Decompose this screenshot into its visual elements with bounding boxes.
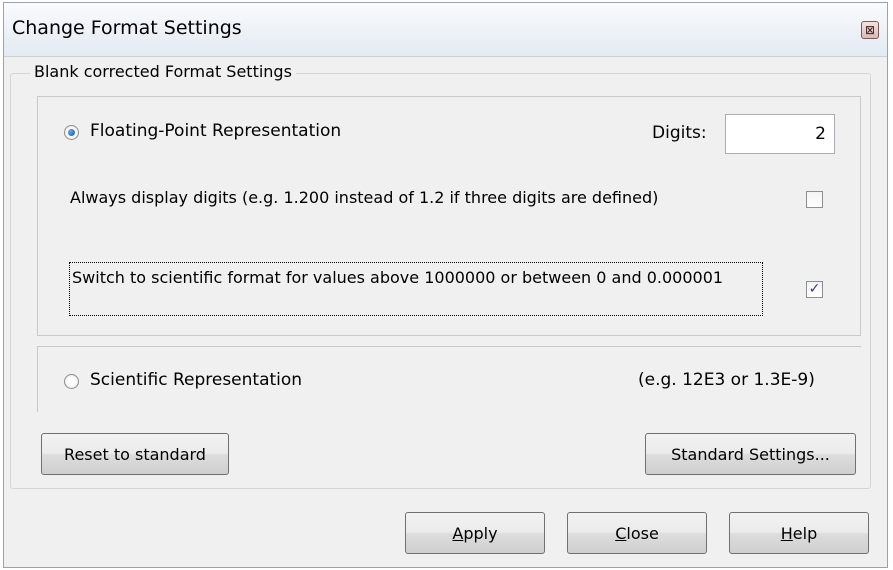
scientific-example: (e.g. 12E3 or 1.3E-9) <box>638 370 815 390</box>
close-label: lose <box>626 523 659 543</box>
help-button[interactable]: Help <box>729 512 869 554</box>
group-legend: Blank corrected Format Settings <box>30 62 296 81</box>
help-label: elp <box>792 523 818 543</box>
always-display-checkbox[interactable] <box>806 191 823 208</box>
digits-label: Digits: <box>652 123 707 143</box>
checkmark-icon: ✓ <box>808 281 821 297</box>
close-icon[interactable]: ⊠ <box>861 21 879 39</box>
apply-button[interactable]: Apply <box>405 512 545 554</box>
scientific-radio[interactable] <box>64 374 79 389</box>
title-bar: Change Format Settings ⊠ <box>4 3 887 57</box>
floating-point-label[interactable]: Floating-Point Representation <box>90 121 341 141</box>
floating-point-radio[interactable] <box>64 125 79 140</box>
dialog-title: Change Format Settings <box>12 17 242 39</box>
apply-label: pply <box>463 523 498 543</box>
always-display-label: Always display digits (e.g. 1.200 instea… <box>70 188 659 207</box>
digits-input[interactable] <box>725 114 835 154</box>
standard-settings-button[interactable]: Standard Settings... <box>645 433 856 475</box>
close-button[interactable]: Close <box>567 512 707 554</box>
switch-scientific-checkbox[interactable]: ✓ <box>806 281 823 298</box>
scientific-label[interactable]: Scientific Representation <box>90 370 302 390</box>
apply-mnemonic: A <box>452 523 464 543</box>
switch-scientific-label: Switch to scientific format for values a… <box>72 268 724 287</box>
close-mnemonic: C <box>615 523 627 543</box>
help-mnemonic: H <box>780 523 793 543</box>
reset-to-standard-button[interactable]: Reset to standard <box>41 433 229 475</box>
